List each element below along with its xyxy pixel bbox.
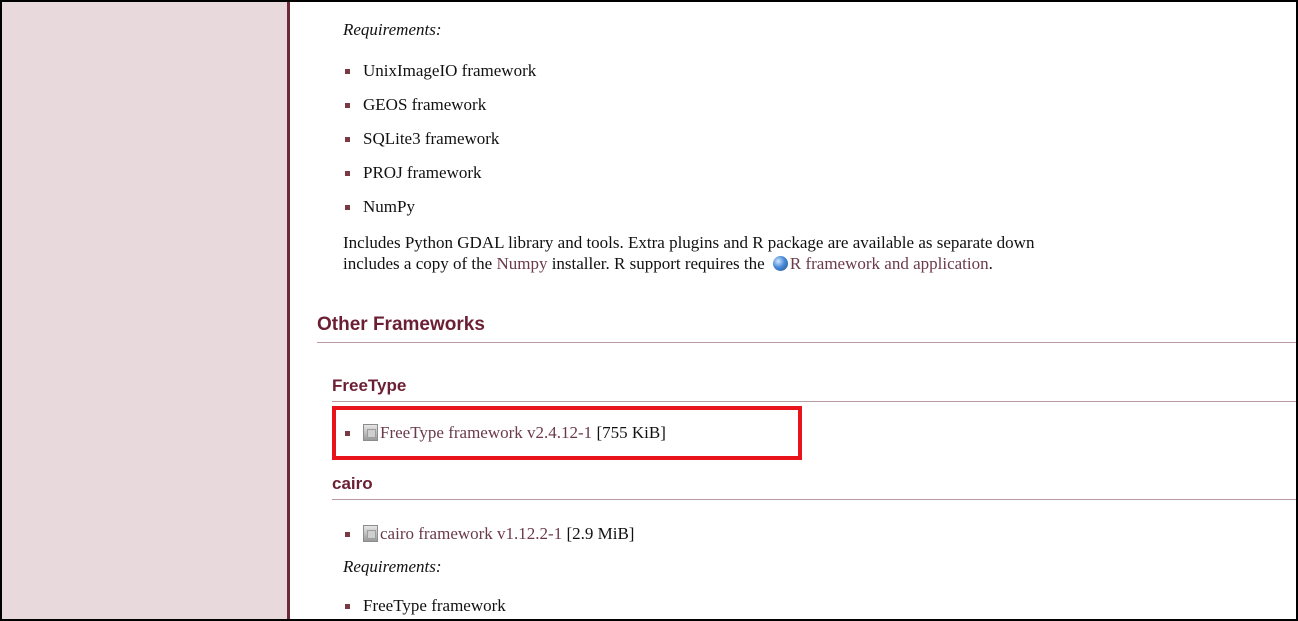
- requirements-list: UnixImageIO framework GEOS framework SQL…: [343, 54, 536, 224]
- globe-icon: [772, 256, 788, 271]
- cairo-download-link[interactable]: cairo framework v1.12.2-1: [380, 524, 562, 543]
- requirements-heading: Requirements:: [343, 20, 442, 39]
- gdal-description: Includes Python GDAL library and tools. …: [343, 232, 1296, 274]
- text: includes a copy of the: [343, 254, 497, 273]
- gdal-description-line-2: includes a copy of the Numpy installer. …: [343, 253, 1296, 274]
- sidebar: [2, 2, 290, 619]
- other-frameworks-heading: Other Frameworks: [317, 314, 1296, 343]
- text: installer. R support requires the: [547, 254, 769, 273]
- text: .: [988, 254, 993, 273]
- main-content: Requirements: UnixImageIO framework GEOS…: [290, 2, 1296, 619]
- freetype-heading: FreeType: [332, 376, 1296, 402]
- list-item: GEOS framework: [343, 88, 536, 122]
- highlight-box: [332, 406, 802, 460]
- numpy-link[interactable]: Numpy: [496, 254, 547, 273]
- package-icon: [363, 525, 378, 542]
- cairo-heading: cairo: [332, 474, 1296, 500]
- cairo-requirements-list: FreeType framework: [343, 589, 506, 619]
- list-item: NumPy: [343, 190, 536, 224]
- cairo-requirements-heading: Requirements:: [343, 557, 442, 576]
- page-frame: Requirements: UnixImageIO framework GEOS…: [0, 0, 1298, 621]
- list-item: PROJ framework: [343, 156, 536, 190]
- gdal-description-line-1: Includes Python GDAL library and tools. …: [343, 233, 1035, 252]
- file-size: [2.9 MiB]: [566, 524, 635, 543]
- r-framework-link[interactable]: R framework and application: [790, 254, 989, 273]
- list-item: SQLite3 framework: [343, 122, 536, 156]
- list-item: FreeType framework: [343, 589, 506, 619]
- cairo-download-item: cairo framework v1.12.2-1 [2.9 MiB]: [343, 522, 634, 546]
- list-item: UnixImageIO framework: [343, 54, 536, 88]
